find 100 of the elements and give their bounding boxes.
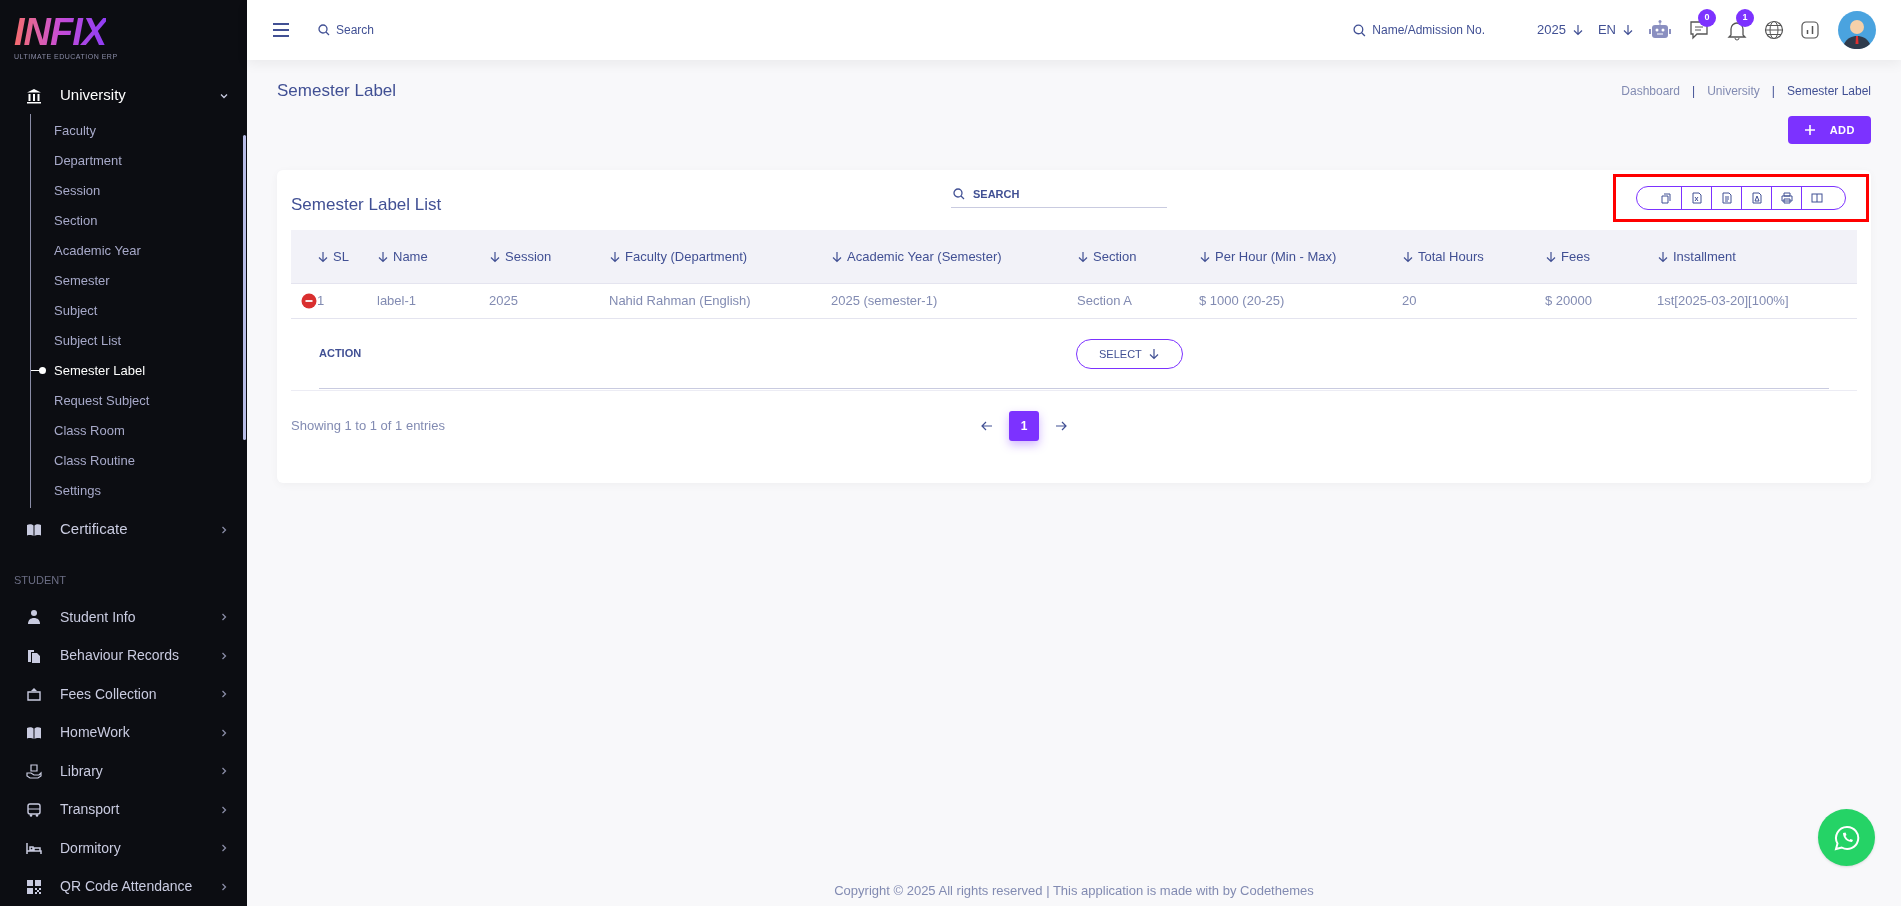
whatsapp-icon [1833, 824, 1860, 851]
table-cell-text: $ 20000 [1545, 292, 1593, 311]
collapse-icon[interactable] [301, 293, 317, 309]
column-header[interactable]: Academic Year (Semester) [831, 246, 1077, 267]
column-header[interactable]: Section [1077, 246, 1199, 267]
wallet-icon [26, 686, 42, 703]
table-cell-text: label-1 [377, 292, 418, 311]
previous-arrow-icon[interactable] [981, 420, 993, 432]
submenu-item[interactable]: Department [54, 150, 122, 171]
submenu-item[interactable]: Class Routine [54, 450, 135, 471]
submenu-item[interactable]: Session [54, 180, 101, 201]
bed-icon [26, 840, 42, 857]
search-icon [953, 188, 965, 200]
table-cell-text: 2025 (semester-1) [831, 292, 939, 311]
chevron-right-icon [219, 804, 229, 815]
sidebar-item[interactable]: Dormitory [0, 829, 229, 868]
sidebar-item[interactable]: Behaviour Records [0, 636, 229, 675]
column-header[interactable]: Name [377, 246, 489, 267]
submenu-item[interactable]: Settings [54, 480, 101, 501]
plus-icon [1803, 124, 1816, 136]
sidebar-item[interactable]: Library [0, 752, 229, 791]
chevron-right-icon [219, 689, 229, 700]
sort-arrow-icon [1402, 250, 1414, 263]
sort-arrow-icon [1077, 250, 1089, 263]
book-icon [26, 724, 42, 741]
chevron-right-icon [219, 881, 229, 892]
documents-icon [26, 647, 42, 664]
search-icon [1353, 23, 1367, 37]
breadcrumb-link[interactable]: Semester Label [1786, 82, 1871, 100]
menu-icon[interactable] [272, 22, 290, 38]
table-cell-text: 20 [1402, 292, 1418, 311]
sidebar-item[interactable]: HomeWork [0, 713, 229, 752]
next-arrow-icon[interactable] [1055, 420, 1067, 432]
submenu-item[interactable]: Subject List [54, 330, 122, 351]
column-header[interactable]: Total Hours [1402, 246, 1545, 267]
card-title: Semester Label List [291, 194, 442, 217]
submenu-item[interactable]: Class Room [54, 420, 125, 441]
arrow-down-icon [1622, 24, 1634, 36]
table-search-field[interactable]: SEARCH [951, 180, 1167, 208]
submenu-item[interactable]: Semester Label [54, 360, 146, 381]
page-title: Semester Label [277, 80, 397, 103]
page-button[interactable]: 1 [1009, 411, 1039, 441]
chevron-right-icon [219, 843, 229, 854]
language-dropdown[interactable]: EN [1597, 20, 1634, 40]
column-header[interactable]: Per Hour (Min - Max) [1199, 246, 1402, 267]
year-dropdown[interactable]: 2025 [1537, 20, 1584, 40]
chevron-right-icon [219, 612, 229, 623]
chevron-right-icon [219, 524, 229, 535]
section-label: STUDENT [13, 572, 67, 588]
student-search-field[interactable]: Name/Admission No. [1353, 21, 1485, 39]
table-cell-text: Nahid Rahman (English) [609, 292, 752, 311]
sidebar-item[interactable]: Student Info [0, 598, 229, 637]
column-header[interactable]: Faculty (Department) [609, 246, 831, 267]
print-icon [1780, 192, 1793, 204]
robot-icon[interactable] [1648, 19, 1672, 41]
bus-icon [26, 801, 42, 818]
submenu-item[interactable]: Section [54, 210, 98, 231]
person-icon [26, 609, 42, 626]
sidebar-item[interactable]: QR Code Attendance [0, 867, 229, 906]
submenu-item[interactable]: Faculty [54, 120, 96, 141]
arrow-down-icon [1147, 348, 1160, 360]
chevron-right-icon [219, 650, 229, 661]
sidebar-item[interactable]: Certificate [0, 511, 229, 548]
avatar-icon[interactable] [1838, 11, 1876, 49]
submenu-item[interactable]: Academic Year [54, 240, 141, 261]
chevron-right-icon [219, 766, 229, 777]
sidebar-item[interactable]: University [0, 77, 229, 114]
column-header[interactable]: Installment [1657, 246, 1857, 267]
sort-arrow-icon [317, 250, 329, 263]
count-badge: 0 [1698, 9, 1716, 27]
sidebar-item[interactable]: Transport [0, 790, 229, 829]
column-header[interactable]: SL [291, 246, 377, 267]
bank-icon [26, 87, 42, 104]
columns-icon [1810, 192, 1823, 204]
column-header[interactable]: Fees [1545, 246, 1657, 267]
text-file-icon [1720, 192, 1733, 204]
globe-icon[interactable] [1764, 20, 1784, 40]
sidebar-item[interactable]: Fees Collection [0, 675, 229, 714]
sort-arrow-icon [1657, 250, 1669, 263]
submenu-item[interactable]: Semester [54, 270, 110, 291]
breadcrumb-separator: | [1692, 83, 1696, 100]
chat-icon[interactable] [1688, 19, 1710, 41]
table-cell-text: 1st[2025-03-20][100%] [1657, 292, 1790, 311]
pdf-file-icon [1750, 192, 1763, 204]
add-button[interactable]: ADD [1787, 116, 1871, 144]
table-cell-text: 2025 [489, 292, 519, 311]
submenu-item[interactable]: Subject [54, 300, 98, 321]
column-header[interactable]: Session [489, 246, 609, 267]
search-field[interactable]: Search [318, 21, 375, 39]
table-cell-text: 1 [317, 292, 325, 311]
book-icon [26, 521, 42, 538]
table-cell-text: Section A [1077, 292, 1133, 311]
sort-arrow-icon [1199, 250, 1211, 263]
entries-summary: Showing 1 to 1 of 1 entries [291, 417, 445, 436]
bell-icon[interactable] [1726, 19, 1748, 41]
sort-arrow-icon [489, 250, 501, 263]
chart-icon[interactable] [1800, 20, 1820, 40]
submenu-item[interactable]: Request Subject [54, 390, 150, 411]
chevron-right-icon [219, 727, 229, 738]
sort-arrow-icon [1545, 250, 1557, 263]
